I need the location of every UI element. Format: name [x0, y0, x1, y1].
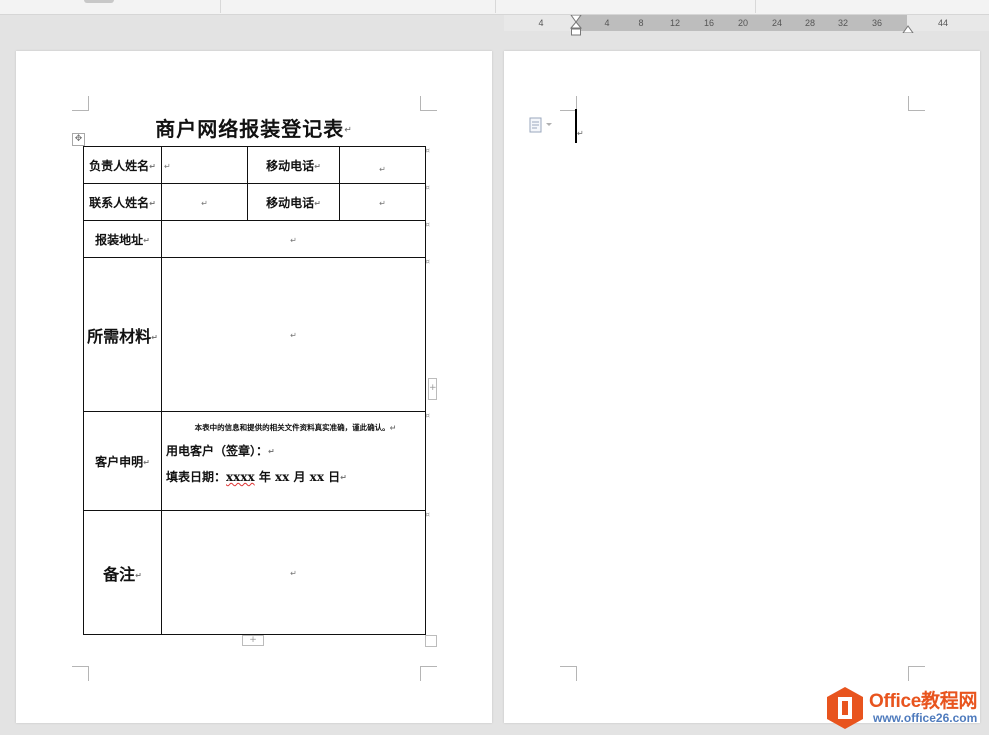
- right-indent-marker-icon[interactable]: [902, 25, 914, 33]
- margin-corner-mark: [72, 666, 89, 681]
- margin-corner-mark: [420, 96, 437, 111]
- ruler-number: 16: [703, 18, 715, 28]
- horizontal-ruler[interactable]: 4 4 8 12 16 20 24 28 32 36 44: [0, 15, 989, 39]
- owner-mobile-cell[interactable]: ↵ ¤: [339, 146, 430, 184]
- cell-end-mark: ¤: [425, 184, 430, 192]
- paragraph-mark: ↵: [344, 125, 353, 136]
- cell-end-mark: ¤: [425, 221, 430, 229]
- watermark-url: www.office26.com: [873, 711, 978, 725]
- contact-name-cell[interactable]: ↵: [161, 183, 248, 221]
- label-install-address: 报装地址↵: [83, 220, 162, 258]
- watermark-brand: Office教程网: [869, 691, 978, 712]
- toolbar-divider: [495, 0, 496, 13]
- toolbar-divider: [220, 0, 221, 13]
- required-materials-cell[interactable]: ↵ ¤: [161, 257, 430, 412]
- customer-declaration-cell[interactable]: 本表中的信息和提供的相关文件资料真实准确，谨此确认。↵ 用电客户（签章）：↵ 填…: [161, 411, 430, 511]
- contact-mobile-cell[interactable]: ↵ ¤: [339, 183, 430, 221]
- office26-watermark: Office教程网 www.office26.com: [823, 684, 989, 735]
- paragraph-mark: ↵: [577, 129, 584, 138]
- registration-table: 负责人姓名↵ ↵ 移动电话↵ ↵ ¤ 联系人姓名↵ ↵ 移动电话↵ ↵ ¤ 报装地址…: [83, 146, 430, 635]
- label-owner-name: 负责人姓名↵: [83, 146, 162, 184]
- toolbar-divider: [755, 0, 756, 13]
- cell-end-mark: ¤: [425, 258, 430, 266]
- ruler-number: 28: [804, 18, 816, 28]
- label-required-materials: 所需材料↵: [83, 257, 162, 412]
- ruler-number: 44: [937, 18, 949, 28]
- table-row: 备注↵ ↵ ¤: [83, 510, 430, 635]
- margin-corner-mark: [560, 666, 577, 681]
- table-row: 所需材料↵ ↵ ¤: [83, 257, 430, 412]
- cell-end-mark: ¤: [425, 147, 430, 155]
- add-column-plus-icon[interactable]: +: [428, 378, 437, 400]
- label-contact-mobile: 移动电话↵: [247, 183, 340, 221]
- label-remarks: 备注↵: [83, 510, 162, 635]
- cell-end-mark: ¤: [425, 511, 430, 519]
- ruler-number: 20: [737, 18, 749, 28]
- ruler-number: 4: [604, 18, 610, 28]
- document-title[interactable]: 商户网络报装登记表↵: [16, 113, 492, 142]
- label-contact-name: 联系人姓名↵: [83, 183, 162, 221]
- declaration-statement: 本表中的信息和提供的相关文件资料真实准确，谨此确认。↵: [194, 423, 397, 433]
- title-text: 商户网络报装登记表: [155, 117, 345, 141]
- ruler-number: 32: [837, 18, 849, 28]
- add-row-plus-icon[interactable]: +: [242, 635, 264, 646]
- ruler-number: 8: [638, 18, 644, 28]
- remarks-cell[interactable]: ↵ ¤: [161, 510, 430, 635]
- label-owner-mobile: 移动电话↵: [247, 146, 340, 184]
- margin-corner-mark: [420, 666, 437, 681]
- ruler-number: 36: [871, 18, 883, 28]
- indent-hourglass-icon[interactable]: [570, 15, 582, 41]
- signature-line: 用电客户（签章）：↵: [166, 444, 275, 458]
- margin-corner-mark: [908, 96, 925, 111]
- cell-end-mark: ¤: [425, 412, 430, 420]
- margin-corner-mark: [908, 666, 925, 681]
- document-page-1: 商户网络报装登记表↵ ✥ 负责人姓名↵ ↵ 移动电话↵ ↵ ¤ 联系人姓名↵ ↵ …: [16, 51, 492, 723]
- fill-date-line: 填表日期：xxxx 年 xx 月 xx 日↵: [166, 470, 347, 484]
- toolbar-tab-stub[interactable]: [84, 0, 114, 3]
- label-customer-declaration: 客户申明↵: [83, 411, 162, 511]
- install-address-cell[interactable]: ↵ ¤: [161, 220, 430, 258]
- table-row: 负责人姓名↵ ↵ 移动电话↵ ↵ ¤: [83, 146, 430, 184]
- document-page-2: ↵: [504, 51, 980, 723]
- table-row: 联系人姓名↵ ↵ 移动电话↵ ↵ ¤: [83, 183, 430, 221]
- margin-corner-mark: [72, 96, 89, 111]
- toolbar-strip: [0, 0, 989, 15]
- paste-options-icon[interactable]: [528, 117, 554, 133]
- ruler-number: 4: [538, 18, 544, 28]
- date-year-placeholder: xxxx: [226, 470, 255, 484]
- ruler-number: 24: [771, 18, 783, 28]
- table-move-handle-icon[interactable]: ✥: [72, 133, 85, 146]
- office-logo-icon: [827, 687, 863, 729]
- table-resize-handle-icon[interactable]: [425, 635, 437, 647]
- table-row: 客户申明↵ 本表中的信息和提供的相关文件资料真实准确，谨此确认。↵ 用电客户（签…: [83, 411, 430, 511]
- table-row: 报装地址↵ ↵ ¤: [83, 220, 430, 258]
- owner-name-cell[interactable]: ↵: [161, 146, 248, 184]
- ruler-number: 12: [669, 18, 681, 28]
